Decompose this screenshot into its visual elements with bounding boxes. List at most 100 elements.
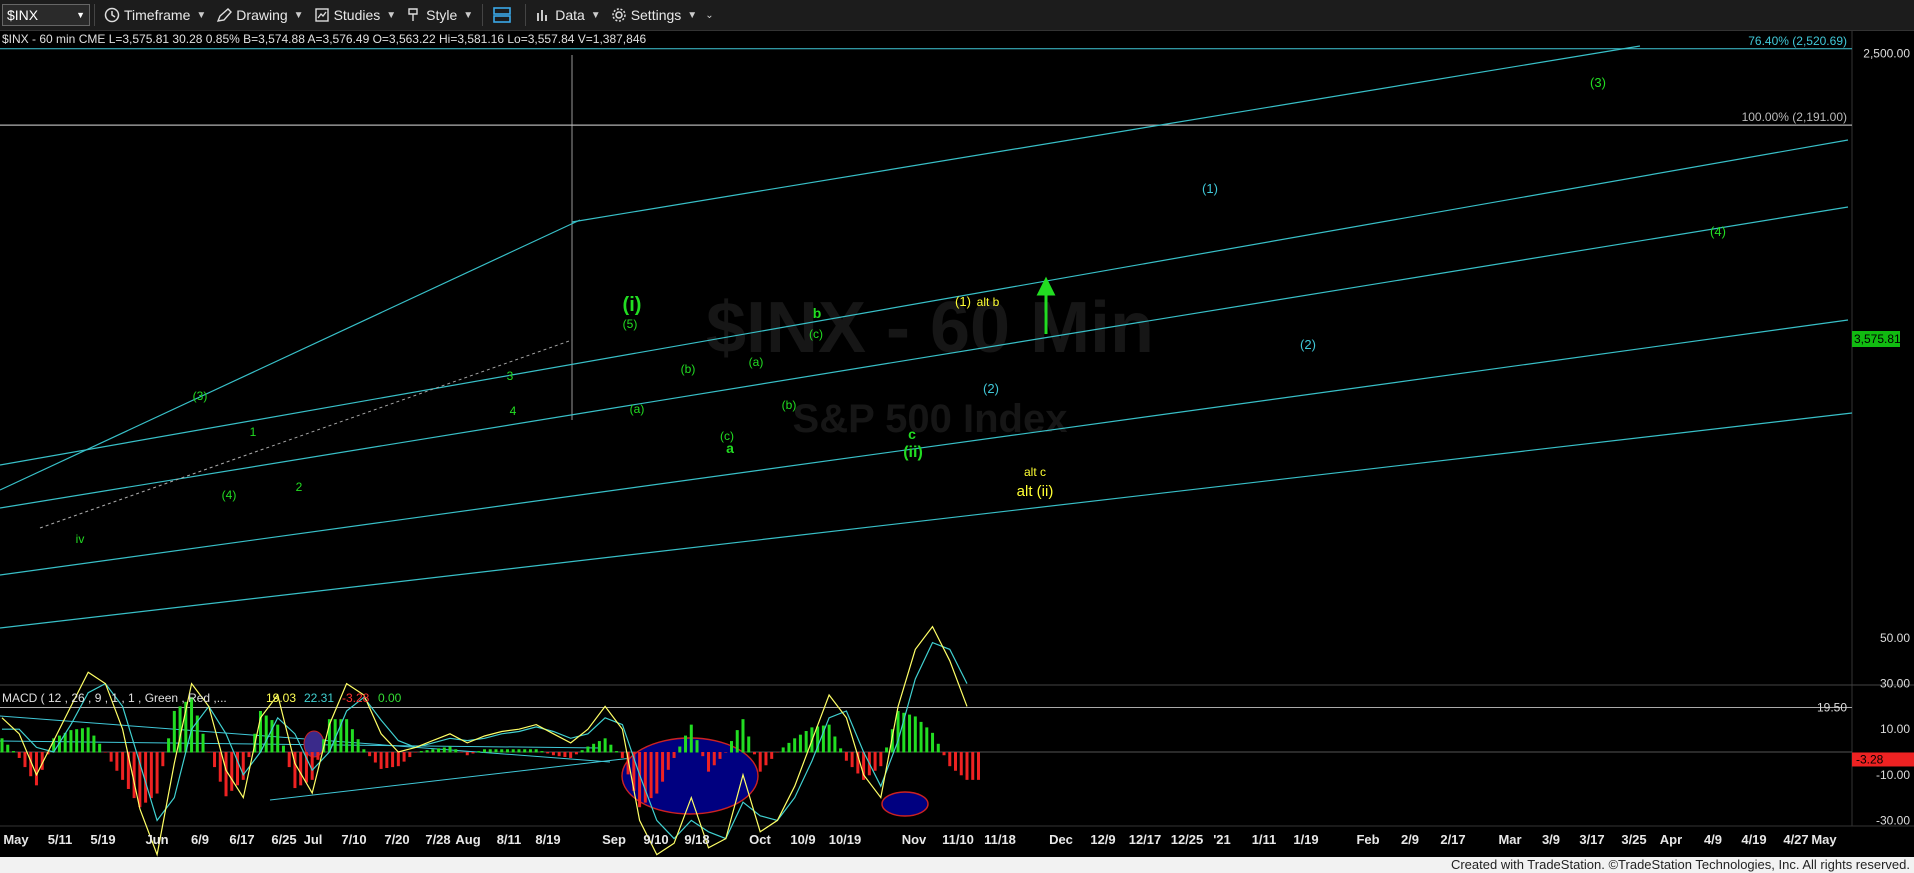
macd-histogram-bar [649, 752, 653, 799]
macd-histogram-bar [281, 745, 285, 753]
caret-down-icon: ▼ [687, 9, 698, 21]
toolbar-separator [525, 4, 527, 26]
drawing-button[interactable]: Drawing ▼ [211, 3, 308, 27]
time-axis-tick: 10/9 [790, 832, 815, 847]
macd-histogram-bar [758, 752, 762, 772]
wave-label: iv [76, 532, 85, 546]
macd-histogram-bar [528, 749, 532, 753]
macd-histogram-bar [586, 746, 590, 753]
wave-label: b [813, 305, 822, 321]
macd-histogram-bar [661, 752, 665, 782]
macd-histogram-bar [471, 752, 475, 754]
macd-histogram-bar [425, 750, 429, 753]
macd-histogram-bar [385, 752, 389, 769]
macd-hist-value: -3.28 [342, 691, 370, 705]
macd-histogram-bar [69, 730, 73, 753]
macd-histogram-bar [764, 752, 768, 766]
macd-histogram-bar [236, 752, 240, 786]
macd-histogram-bar [959, 752, 963, 776]
macd-histogram-bar [781, 747, 785, 753]
time-axis-tick: 6/9 [191, 832, 209, 847]
macd-histogram-bar [477, 751, 481, 753]
macd-histogram-bar [638, 752, 642, 808]
timeframe-label: Timeframe [124, 7, 191, 23]
macd-histogram-bar [23, 752, 27, 768]
macd-histogram-bar [557, 752, 561, 757]
time-axis-tick: 12/25 [1171, 832, 1204, 847]
macd-histogram-bar [942, 752, 946, 756]
macd-histogram-bar [299, 752, 303, 786]
macd-histogram-bar [362, 749, 366, 753]
caret-down-icon: ▼ [293, 9, 304, 21]
macd-histogram-bar [569, 752, 573, 758]
macd-histogram-bar [190, 697, 194, 753]
macd-histogram-bar [574, 752, 578, 755]
macd-signal-value: 22.31 [304, 691, 334, 705]
wave-label: 4 [510, 404, 517, 418]
macd-histogram-bar [666, 752, 670, 770]
data-button[interactable]: Data ▼ [530, 3, 605, 27]
macd-histogram-bar [534, 749, 538, 753]
macd-histogram-bar [752, 752, 756, 755]
macd-histogram-bar [230, 752, 234, 791]
macd-histogram-bar [201, 733, 205, 753]
macd-histogram-bar [775, 752, 779, 753]
macd-histogram-bar [747, 736, 751, 753]
macd-histogram-bar [224, 752, 228, 797]
wave-label: 2 [296, 480, 303, 494]
style-label: Style [426, 7, 458, 23]
macd-histogram-bar [655, 752, 659, 794]
macd-histogram-bar [103, 752, 107, 753]
macd-histogram-bar [379, 752, 383, 769]
timeframe-button[interactable]: Timeframe ▼ [99, 3, 211, 27]
wave-label: (i) [623, 294, 642, 316]
drawing-label: Drawing [236, 7, 288, 23]
fib-level-label: 100.00% (2,191.00) [1742, 110, 1847, 124]
symbol-selector[interactable]: $INX ▼ [2, 4, 90, 26]
macd-histogram-bar [936, 743, 940, 753]
settings-button[interactable]: Settings ▼ ⌄ [606, 3, 719, 27]
time-axis-tick: May [1811, 832, 1837, 847]
time-axis-tick: Oct [749, 832, 771, 847]
macd-histogram-bar [517, 749, 521, 753]
time-axis-tick: 4/19 [1741, 832, 1766, 847]
studies-button[interactable]: Studies ▼ [309, 3, 402, 27]
macd-histogram-bar [391, 752, 395, 768]
toolbar-separator [94, 4, 95, 26]
macd-histogram-bar [913, 716, 917, 753]
time-axis-tick: 3/25 [1621, 832, 1646, 847]
macd-histogram-bar [770, 752, 774, 759]
last-price-value: 3,575.81 [1854, 332, 1901, 346]
layout-button[interactable] [487, 3, 521, 27]
toolbar-overflow-icon[interactable]: ⌄ [705, 10, 713, 21]
macd-histogram-bar [793, 738, 797, 753]
macd-histogram-bar [488, 749, 492, 753]
macd-histogram-bar [643, 752, 647, 803]
macd-histogram-bar [804, 731, 808, 753]
macd-histogram-bar [218, 752, 222, 782]
macd-histogram-bar [437, 748, 441, 753]
time-axis-tick: Nov [902, 832, 927, 847]
macd-histogram-bar [408, 752, 412, 758]
price-axis-tick: 2,500.00 [1863, 47, 1910, 61]
toolbar-separator [482, 4, 484, 26]
fib-level-label: 76.40% (2,520.69) [1748, 34, 1847, 48]
macd-histogram-bar [247, 752, 251, 758]
macd-histogram-bar [213, 752, 217, 768]
macd-histogram-bar [879, 752, 883, 767]
macd-histogram-bar [873, 752, 877, 771]
macd-histogram-bar [345, 719, 349, 753]
dropdown-arrow-icon: ▼ [76, 10, 85, 20]
caret-down-icon: ▼ [196, 9, 207, 21]
macd-histogram-bar [971, 752, 975, 780]
chart-area[interactable]: $INX - 60 Min S&P 500 Index $INX - 60 mi… [0, 31, 1914, 857]
wave-label: (2) [983, 381, 999, 396]
macd-histogram-bar [701, 752, 705, 757]
macd-histogram-bar [850, 752, 854, 768]
time-axis-tick: 4/27 [1783, 832, 1808, 847]
last-price-tag: 3,575.81 [1852, 331, 1901, 347]
macd-header: MACD ( 12 , 26 , 9 , 1 , 1 , Green , Red… [2, 691, 402, 705]
footer-credit: Created with TradeStation. ©TradeStation… [0, 857, 1914, 873]
style-button[interactable]: Style ▼ [401, 3, 478, 27]
macd-histogram-bar [149, 752, 153, 799]
